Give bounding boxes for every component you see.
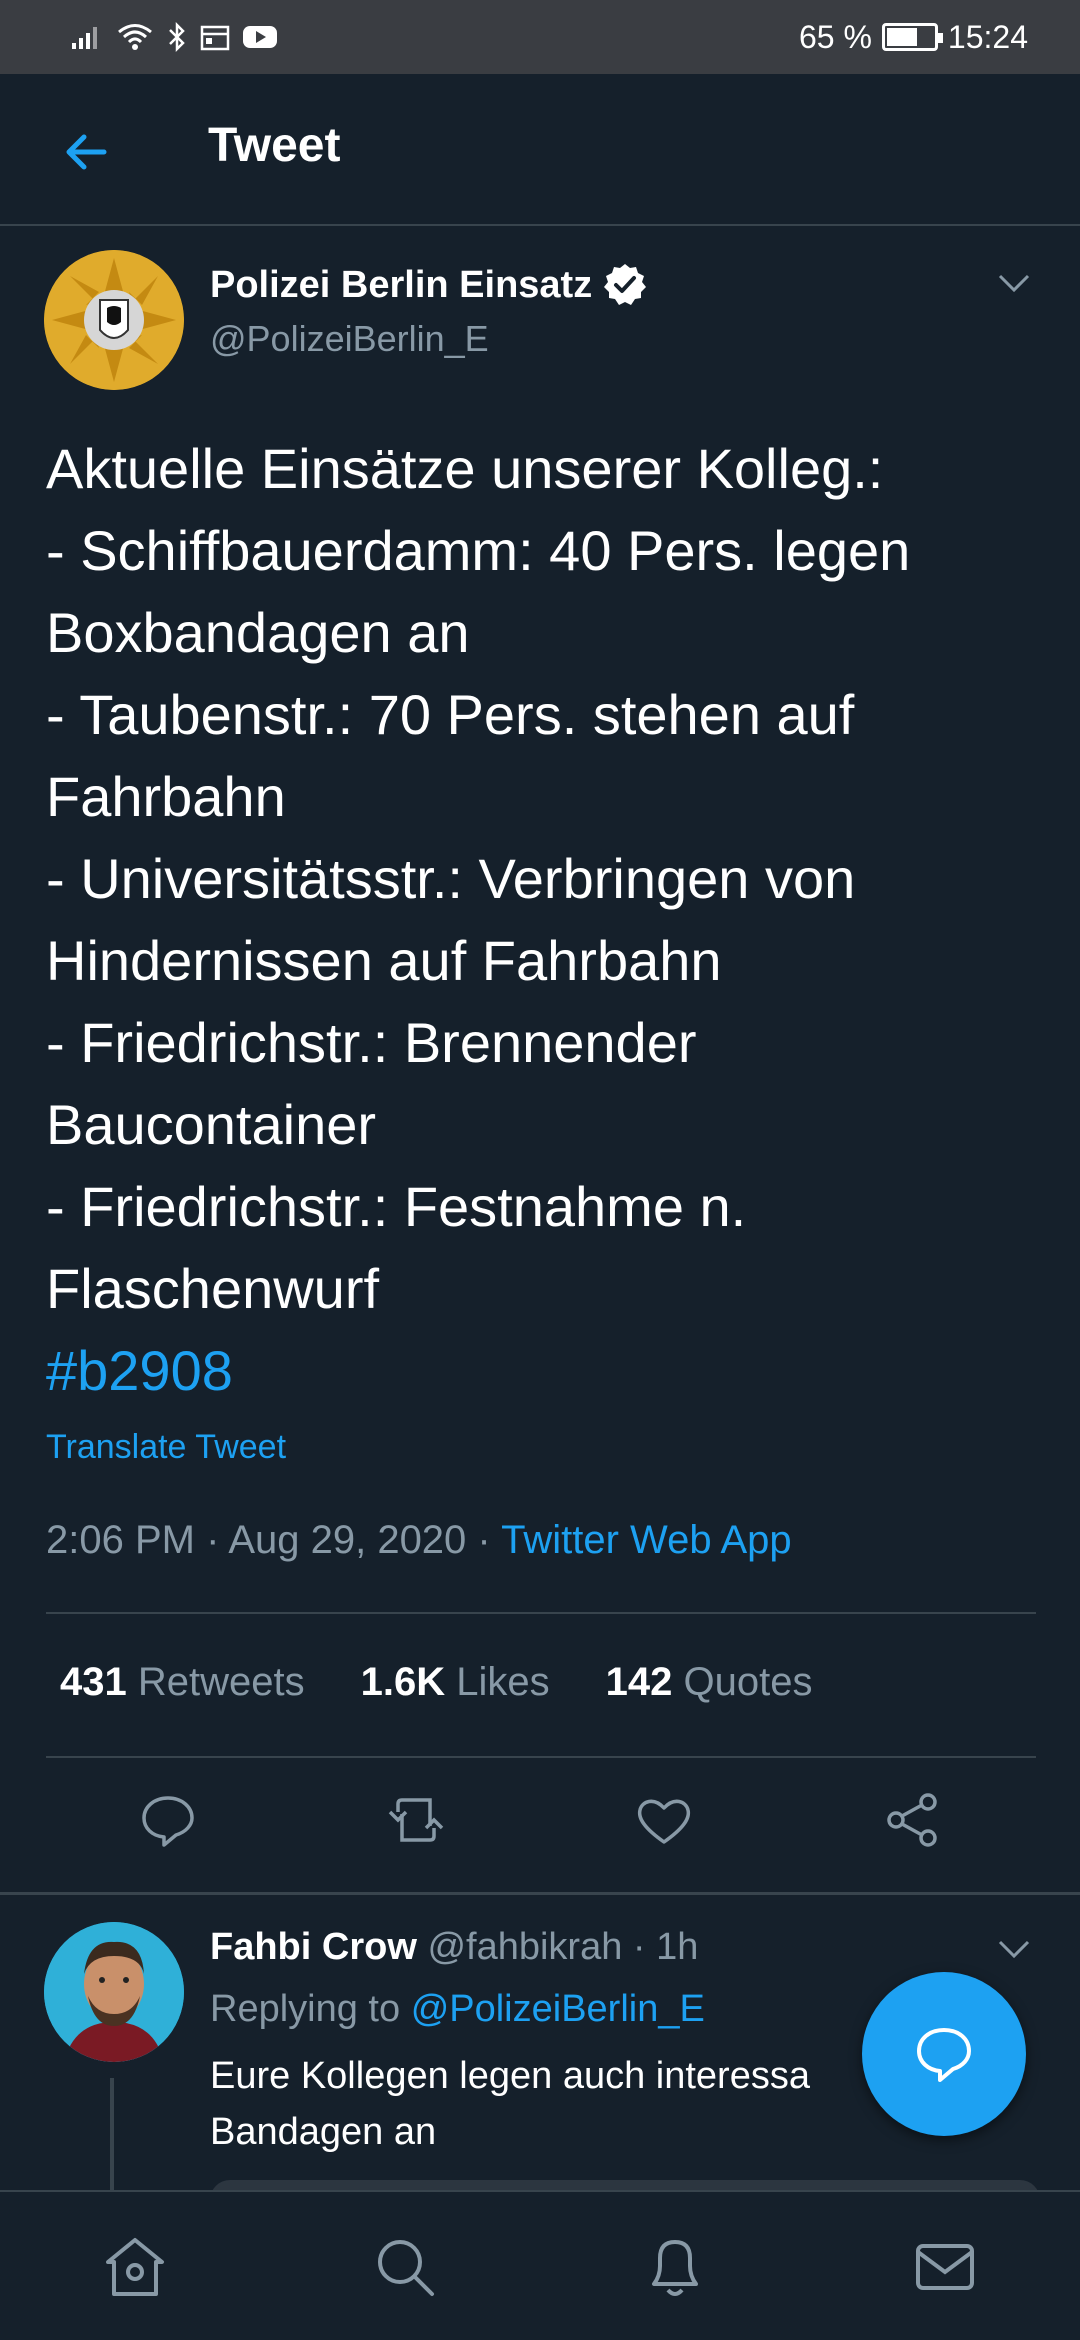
replying-to: Replying to @PolizeiBerlin_E — [210, 1988, 705, 2031]
tweet-line: Aktuelle Einsätze unserer Kolleg.: — [46, 437, 884, 500]
avatar-photo — [44, 1922, 184, 2062]
chevron-down-icon[interactable] — [994, 1934, 1034, 1964]
calendar-icon — [200, 25, 230, 51]
bottom-navigation — [0, 2190, 1080, 2340]
status-icons-right: 65 % 15:24 — [799, 19, 1028, 56]
mail-icon[interactable] — [910, 2232, 980, 2302]
retweets-count: 431 — [60, 1660, 127, 1704]
bell-icon[interactable] — [640, 2232, 710, 2302]
likes-count: 1.6K — [360, 1660, 446, 1704]
replying-to-link[interactable]: @PolizeiBerlin_E — [411, 1988, 705, 2030]
home-icon[interactable] — [100, 2232, 170, 2302]
tweet-text: Aktuelle Einsätze unserer Kolleg.: - Sch… — [46, 428, 1046, 1412]
share-icon[interactable] — [882, 1790, 942, 1850]
avatar[interactable] — [44, 250, 184, 390]
quotes-count: 142 — [605, 1660, 673, 1704]
tweet-line: Boxbandagen an — [46, 601, 470, 664]
battery-percent: 65 % — [798, 18, 872, 55]
search-icon[interactable] — [370, 2232, 440, 2302]
signal-icon — [72, 27, 97, 49]
hashtag-link[interactable]: #b2908 — [46, 1330, 1046, 1412]
comment-icon[interactable] — [138, 1790, 198, 1850]
battery-icon — [881, 23, 943, 51]
wifi-icon — [118, 24, 152, 50]
tweet-line: Fahrbahn — [46, 765, 286, 828]
reply-author-name[interactable]: Fahbi Crow — [210, 1926, 417, 1968]
meta-separator: · — [632, 1926, 657, 1968]
translate-tweet-link[interactable]: Translate Tweet — [46, 1428, 286, 1467]
tweet-line: Flaschenwurf — [46, 1257, 380, 1320]
tweet-line: Hindernissen auf Fahrbahn — [46, 929, 722, 992]
replying-to-label: Replying to — [210, 1988, 401, 2030]
likes-label: Likes — [456, 1660, 550, 1704]
retweets-stat[interactable]: 431 Retweets — [60, 1660, 305, 1705]
divider — [46, 1756, 1036, 1758]
arrow-left-icon[interactable] — [58, 124, 114, 180]
clock: 15:24 — [947, 18, 1028, 55]
retweet-icon[interactable] — [386, 1790, 446, 1850]
tweet-line: - Friedrichstr.: Festnahme n. — [46, 1175, 747, 1238]
retweets-label: Retweets — [137, 1660, 305, 1704]
reply-avatar[interactable] — [44, 1922, 184, 2062]
tweet-line: - Taubenstr.: 70 Pers. stehen auf — [46, 683, 855, 746]
tweet-line: Baucontainer — [46, 1093, 377, 1156]
section-divider — [0, 1892, 1080, 1895]
divider — [46, 1612, 1036, 1614]
thread-line — [110, 2078, 114, 2198]
status-icons-left — [70, 21, 278, 53]
tweet-stats: 431 Retweets 1.6K Likes 142 Quotes — [60, 1660, 812, 1705]
compose-reply-icon — [917, 2028, 971, 2082]
verified-badge-icon — [604, 264, 647, 305]
tweet-date: Aug 29, 2020 — [228, 1518, 467, 1562]
top-app-bar: Tweet — [0, 74, 1080, 226]
meta-separator: · — [466, 1518, 502, 1562]
police-star-logo — [44, 250, 184, 390]
meta-separator: · — [194, 1518, 229, 1562]
youtube-icon — [243, 26, 277, 48]
chevron-down-icon[interactable] — [994, 268, 1034, 298]
bluetooth-icon — [169, 21, 185, 53]
heart-icon[interactable] — [634, 1790, 694, 1850]
page-title: Tweet — [208, 119, 341, 172]
tweet-line: - Friedrichstr.: Brennender — [46, 1011, 697, 1074]
reply-header: Fahbi Crow @fahbikrah · 1h — [210, 1926, 698, 1969]
tweet-line: - Schiffbauerdamm: 40 Pers. legen — [46, 519, 911, 582]
author-name[interactable]: Polizei Berlin Einsatz — [210, 262, 648, 308]
tweet-line: - Universitätsstr.: Verbringen von — [46, 847, 856, 910]
author-handle[interactable]: @PolizeiBerlin_E — [210, 318, 489, 360]
tweet-action-bar — [0, 1790, 1080, 1860]
quotes-stat[interactable]: 142 Quotes — [606, 1660, 813, 1705]
tweet-timestamp: 2:06 PM · Aug 29, 2020 · Twitter Web App — [46, 1518, 792, 1563]
tweet-time: 2:06 PM — [46, 1518, 195, 1562]
likes-stat[interactable]: 1.6K Likes — [361, 1660, 550, 1705]
reply-time: 1h — [656, 1926, 699, 1968]
quotes-label: Quotes — [683, 1660, 813, 1704]
status-bar: 65 % 15:24 — [0, 0, 1080, 74]
author-name-text: Polizei Berlin Einsatz — [210, 263, 593, 306]
compose-reply-button[interactable] — [862, 1972, 1026, 2136]
tweet-source-link[interactable]: Twitter Web App — [501, 1518, 792, 1562]
reply-author-handle[interactable]: @fahbikrah — [427, 1926, 622, 1968]
